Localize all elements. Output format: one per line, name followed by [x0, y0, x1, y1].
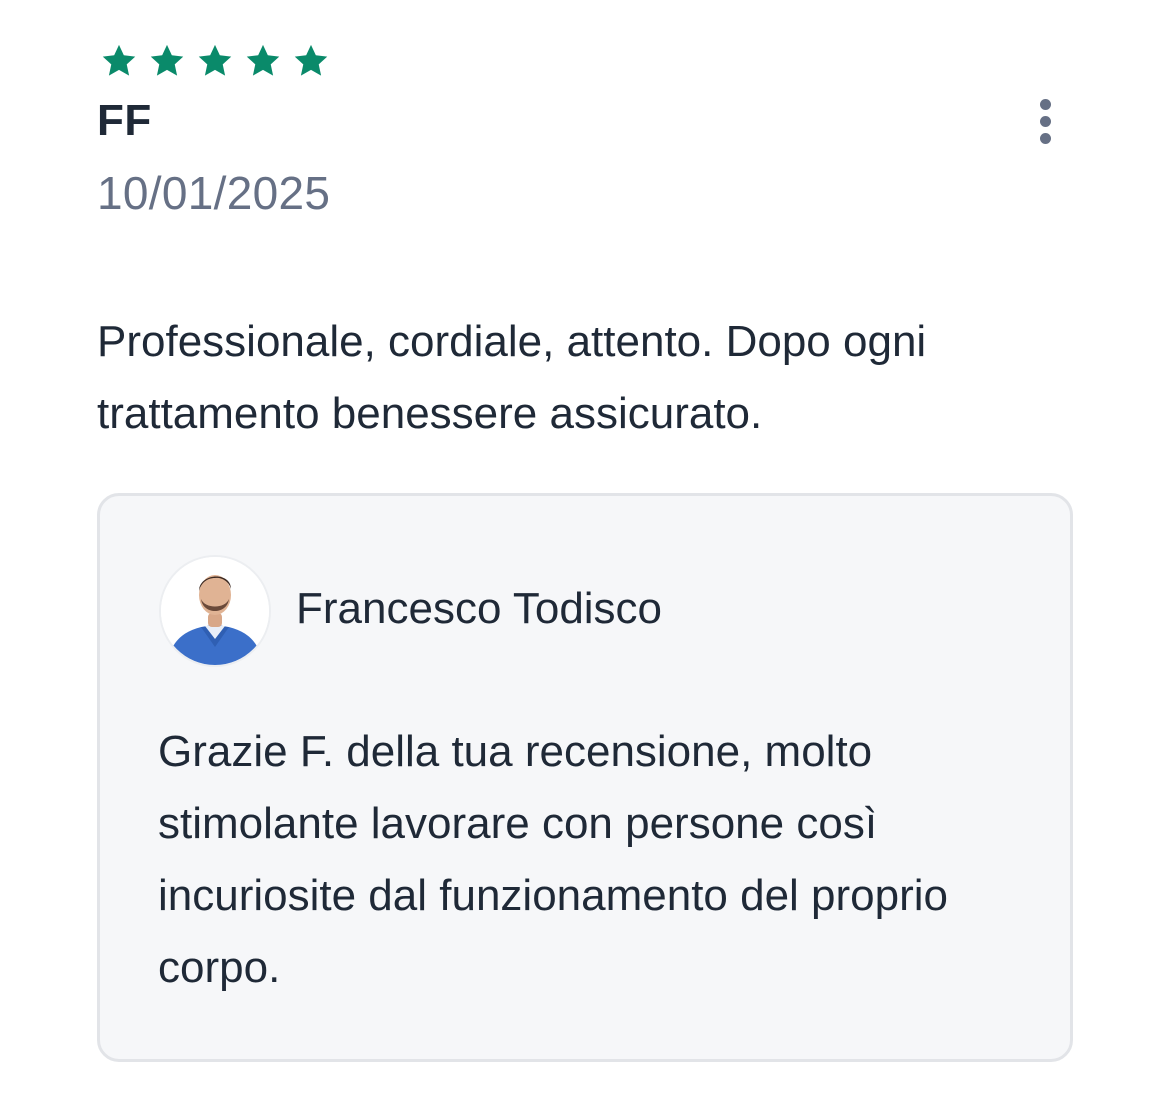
reply-box: Francesco Todisco Grazie F. della tua re…: [97, 493, 1073, 1062]
more-options-button[interactable]: [1022, 96, 1068, 146]
star-icon: [148, 42, 186, 80]
doctor-photo-icon: [161, 557, 269, 665]
star-icon: [196, 42, 234, 80]
star-icon: [100, 42, 138, 80]
star-icon: [292, 42, 330, 80]
review-date: 10/01/2025: [97, 167, 331, 219]
reply-text: Grazie F. della tua recensione, molto st…: [158, 727, 949, 992]
more-vertical-icon-dot: [1039, 115, 1051, 127]
star-rating: [100, 42, 330, 80]
more-vertical-icon: [1039, 98, 1051, 110]
star-icon: [244, 42, 282, 80]
review-text: Professionale, cordiale, attento. Dopo o…: [97, 317, 927, 438]
avatar: [159, 555, 271, 667]
more-vertical-icon-dot: [1039, 132, 1051, 144]
review-author: FF: [97, 96, 152, 145]
review-card: FF 10/01/2025 Professionale, cordiale, a…: [97, 0, 1073, 1109]
reply-author: Francesco Todisco: [296, 584, 663, 633]
